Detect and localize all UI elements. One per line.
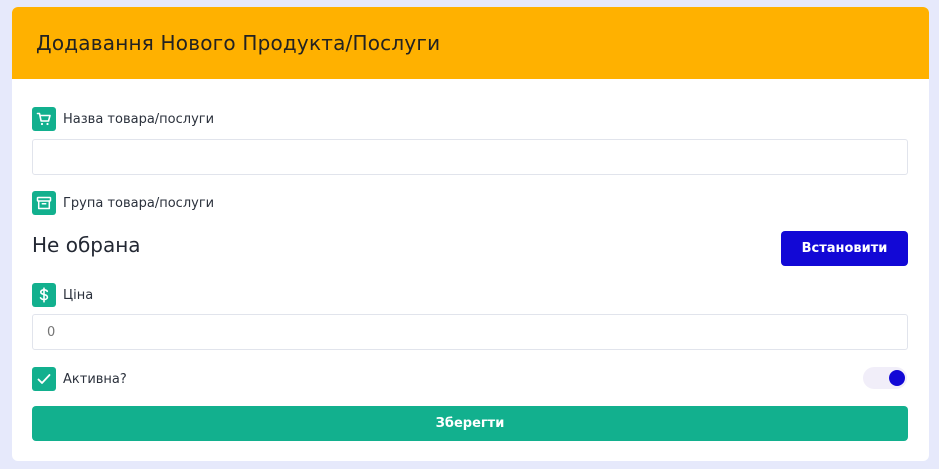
active-field-label: Активна? xyxy=(63,371,127,387)
product-name-input[interactable] xyxy=(32,139,908,175)
name-field-label: Назва товара/послуги xyxy=(63,111,215,127)
group-value: Не обрана xyxy=(32,233,141,257)
add-product-card: Додавання Нового Продукта/Послуги Назва … xyxy=(12,7,929,461)
page-title: Додавання Нового Продукта/Послуги xyxy=(36,31,441,55)
checkmark-icon xyxy=(32,367,56,391)
price-input[interactable] xyxy=(32,314,908,350)
price-field-label-row: Ціна xyxy=(32,283,93,307)
active-toggle[interactable] xyxy=(863,367,907,389)
shopping-cart-icon xyxy=(32,107,56,131)
toggle-knob xyxy=(889,370,905,386)
group-field-label-row: Група товара/послуги xyxy=(32,191,214,215)
dollar-sign-icon xyxy=(32,283,56,307)
group-field-label: Група товара/послуги xyxy=(63,195,215,211)
save-button[interactable]: Зберегти xyxy=(32,406,908,441)
set-group-button[interactable]: Встановити xyxy=(781,231,908,266)
card-header: Додавання Нового Продукта/Послуги xyxy=(12,7,929,79)
name-field-label-row: Назва товара/послуги xyxy=(32,107,214,131)
archive-box-icon xyxy=(32,191,56,215)
active-field-label-row: Активна? xyxy=(32,367,127,391)
price-field-label: Ціна xyxy=(63,287,94,303)
